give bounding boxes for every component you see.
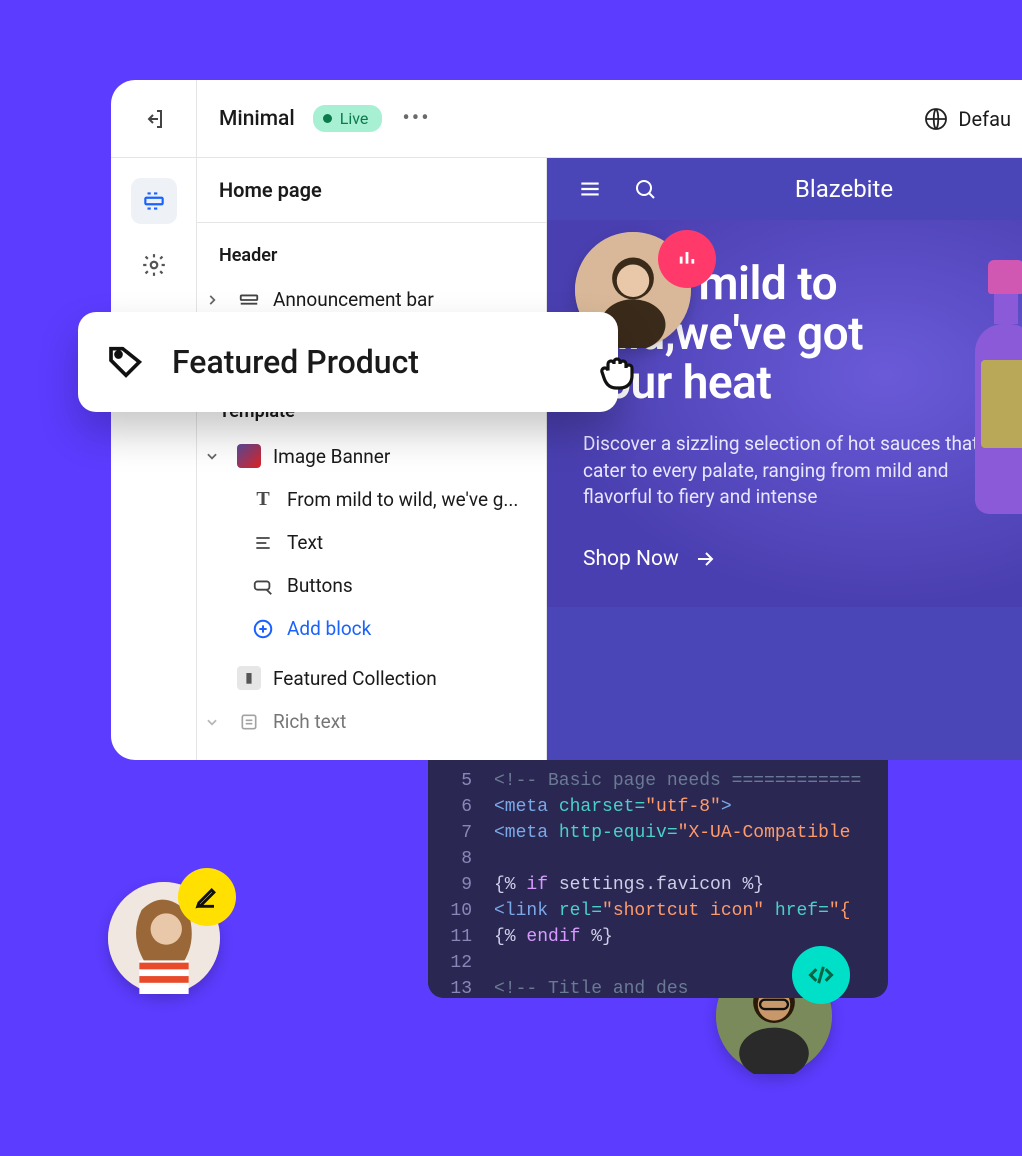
store-name: Blazebite [687, 175, 1001, 203]
line-num: 9 [428, 872, 472, 898]
product-image [971, 260, 1022, 520]
code-liquid: {% [494, 927, 516, 947]
hamburger-icon[interactable] [577, 176, 603, 202]
exit-button[interactable] [111, 80, 197, 157]
block-buttons[interactable]: Buttons [197, 564, 546, 607]
theme-name: Minimal [219, 107, 295, 131]
line-num: 8 [428, 846, 472, 872]
code-liquid: {% [494, 875, 516, 895]
cta-label: Shop Now [583, 547, 679, 571]
section-rich-text[interactable]: Rich text [197, 700, 546, 743]
chart-icon [673, 245, 701, 273]
more-menu-button[interactable]: ••• [402, 106, 430, 131]
line-num: 7 [428, 820, 472, 846]
chevron-down-icon [205, 449, 225, 463]
page-selector[interactable]: Home page [197, 158, 546, 223]
line-num: 10 [428, 898, 472, 924]
line-num: 6 [428, 794, 472, 820]
add-block-label: Add block [287, 617, 371, 640]
line-num: 12 [428, 950, 472, 976]
dragging-section-card[interactable]: Featured Product [78, 312, 618, 412]
locale-label: Defau [958, 107, 1011, 131]
analytics-badge [658, 230, 716, 288]
code-key: if [516, 875, 559, 895]
code-attr: href= [764, 901, 829, 921]
live-label: Live [340, 109, 369, 128]
code-str: "utf-8" [645, 797, 721, 817]
code-attr: rel= [548, 901, 602, 921]
live-dot-icon [323, 114, 332, 123]
block-label: Text [287, 531, 323, 554]
edit-badge [178, 868, 236, 926]
topbar: Minimal Live ••• Defau [111, 80, 1022, 158]
sections-icon [141, 188, 167, 214]
code-tag: <meta [494, 797, 548, 817]
body: Home page Header Announcement bar Templa… [111, 158, 1022, 760]
globe-icon [924, 107, 948, 131]
code-line: <!-- Title and des [494, 979, 688, 998]
section-featured-collection[interactable]: ▮ Featured Collection [197, 656, 546, 700]
search-icon[interactable] [633, 177, 657, 201]
locale-selector[interactable]: Defau [924, 107, 1011, 131]
live-badge: Live [313, 105, 383, 132]
line-num: 13 [428, 976, 472, 998]
code-attr: charset= [559, 797, 645, 817]
heading-icon: T [251, 488, 275, 511]
line-gutter: 5 6 7 8 9 10 11 12 13 [428, 760, 484, 998]
chevron-down-icon [205, 715, 225, 729]
group-header: Header [197, 223, 546, 278]
chevron-right-icon [205, 293, 225, 307]
line-num: 11 [428, 924, 472, 950]
line-num: 5 [428, 768, 472, 794]
section-sidebar: Home page Header Announcement bar Templa… [197, 158, 547, 760]
grab-cursor-icon [594, 348, 642, 396]
button-icon [251, 575, 275, 597]
left-rail [111, 158, 197, 760]
code-key: endif [516, 927, 592, 947]
dragging-section-label: Featured Product [172, 343, 590, 381]
block-label: From mild to wild, we've g... [287, 488, 518, 511]
section-label: Rich text [273, 710, 346, 733]
code-tag: <link [494, 901, 548, 921]
code-tag: > [721, 797, 732, 817]
add-block-button[interactable]: Add block [197, 607, 546, 650]
code-icon [807, 961, 835, 989]
code-liquid: settings.favicon %} [559, 875, 764, 895]
text-icon [251, 533, 275, 553]
sections-tab[interactable] [131, 178, 177, 224]
editor-window: Minimal Live ••• Defau [111, 80, 1022, 760]
richtext-icon [237, 712, 261, 732]
section-label: Featured Collection [273, 667, 437, 690]
collection-thumb-icon: ▮ [237, 666, 261, 690]
block-text[interactable]: Text [197, 521, 546, 564]
block-label: Buttons [287, 574, 353, 597]
code-line: <!-- Basic page needs ============ [494, 771, 861, 791]
tag-icon [106, 342, 146, 382]
code-tag: <meta [494, 823, 548, 843]
code-badge [792, 946, 850, 1004]
section-image-banner[interactable]: Image Banner [197, 434, 546, 478]
section-label: Image Banner [273, 445, 390, 468]
exit-icon [142, 107, 166, 131]
code-str: "{ [829, 901, 851, 921]
code-str: "X-UA-Compatible [678, 823, 851, 843]
plus-circle-icon [251, 618, 275, 640]
announcement-icon [237, 289, 261, 311]
preview-header: Blazebite [547, 158, 1022, 220]
pencil-icon [193, 883, 221, 911]
block-heading[interactable]: T From mild to wild, we've g... [197, 478, 546, 521]
code-attr: http-equiv= [559, 823, 678, 843]
hero-subtext: Discover a sizzling selection of hot sau… [583, 431, 995, 511]
arrow-right-icon [693, 547, 717, 571]
code-str: "shortcut icon" [602, 901, 764, 921]
section-label: Announcement bar [273, 288, 434, 311]
shop-now-link[interactable]: Shop Now [583, 547, 995, 571]
image-thumb-icon [237, 444, 261, 468]
gear-icon [141, 252, 167, 278]
settings-tab[interactable] [131, 242, 177, 288]
code-liquid: %} [591, 927, 613, 947]
